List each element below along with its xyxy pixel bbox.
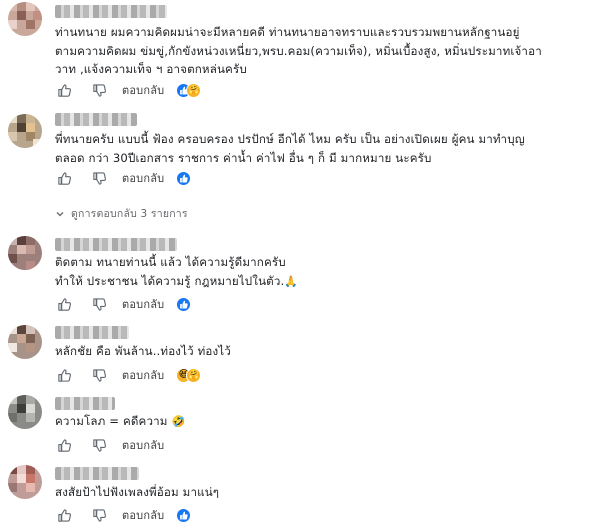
comment-text: ความโลภ = คดีความ 🤣 bbox=[55, 412, 575, 432]
avatar[interactable] bbox=[8, 395, 42, 429]
thumbs-down-icon[interactable] bbox=[90, 169, 108, 187]
chevron-down-icon bbox=[56, 211, 64, 216]
hug-reaction-icon: 🤗 bbox=[186, 82, 202, 98]
comment-text-body: ติดตาม ทนายท่านนี้ แล้ว ได้ความรู้ดีมากค… bbox=[55, 255, 286, 288]
commenter-name[interactable] bbox=[55, 326, 129, 339]
commenter-name[interactable] bbox=[55, 397, 115, 410]
like-reaction-icon bbox=[176, 507, 192, 523]
reactions[interactable]: 🤗 bbox=[176, 81, 202, 99]
commenter-name[interactable] bbox=[55, 467, 139, 480]
reply-button[interactable]: ตอบกลับ bbox=[122, 81, 164, 99]
commenter-name[interactable] bbox=[55, 238, 177, 251]
thumbs-down-icon[interactable] bbox=[90, 81, 108, 99]
thumbs-up-icon[interactable] bbox=[55, 81, 73, 99]
comment-actions: ตอบกลับ bbox=[55, 435, 176, 455]
comment-actions: ตอบกลับ 🤗 bbox=[55, 80, 202, 100]
comment-text-body: ความโลภ = คดีความ bbox=[55, 414, 168, 428]
like-reaction-icon bbox=[176, 170, 192, 186]
hug-reaction-icon: 🤗 bbox=[186, 367, 202, 383]
reactions[interactable]: 😆 🤗 bbox=[176, 366, 202, 384]
comment-actions: ตอบกลับ bbox=[55, 168, 192, 188]
thumbs-down-icon[interactable] bbox=[90, 366, 108, 384]
reactions[interactable] bbox=[176, 295, 192, 313]
avatar[interactable] bbox=[8, 325, 42, 359]
comment-text: หลักชัย คือ พันล้าน..ท่องไว้ ท่องไว้ bbox=[55, 344, 231, 358]
reactions[interactable] bbox=[176, 506, 192, 524]
view-replies-link[interactable]: ดูการตอบกลับ 3 รายการ bbox=[55, 205, 188, 222]
avatar[interactable] bbox=[8, 114, 42, 148]
thumbs-up-icon[interactable] bbox=[55, 506, 73, 524]
comment-text: สงสัยป้าไปฟังเพลงพี่อ้อม มาแน่ๆ bbox=[55, 485, 220, 499]
thumbs-up-icon[interactable] bbox=[55, 295, 73, 313]
comment-text: ท่านทนาย ผมความคิดผมน่าจะมีหลายคดี ท่านท… bbox=[55, 25, 542, 76]
comment-actions: ตอบกลับ 😆 🤗 bbox=[55, 365, 202, 385]
thumbs-down-icon[interactable] bbox=[90, 295, 108, 313]
comment-text: ติดตาม ทนายท่านนี้ แล้ว ได้ความรู้ดีมากค… bbox=[55, 253, 575, 291]
reactions[interactable] bbox=[176, 169, 192, 187]
avatar[interactable] bbox=[8, 465, 42, 499]
thumbs-down-icon[interactable] bbox=[90, 506, 108, 524]
folded-hands-emoji: 🙏 bbox=[284, 274, 299, 288]
reply-button[interactable]: ตอบกลับ bbox=[122, 436, 164, 454]
thumbs-down-icon[interactable] bbox=[90, 436, 108, 454]
reply-button[interactable]: ตอบกลับ bbox=[122, 366, 164, 384]
view-replies-label: ดูการตอบกลับ 3 รายการ bbox=[71, 208, 188, 220]
thumbs-up-icon[interactable] bbox=[55, 169, 73, 187]
commenter-name[interactable] bbox=[55, 113, 137, 126]
thumbs-up-icon[interactable] bbox=[55, 436, 73, 454]
comment-text: พี่ทนายครับ แบบนี้ ฟ้อง ครอบครอง ปรปักษ์… bbox=[55, 132, 525, 165]
reply-button[interactable]: ตอบกลับ bbox=[122, 295, 164, 313]
avatar[interactable] bbox=[8, 2, 42, 36]
comment-actions: ตอบกลับ bbox=[55, 294, 192, 314]
comment-actions: ตอบกลับ bbox=[55, 505, 192, 525]
avatar[interactable] bbox=[8, 236, 42, 270]
like-reaction-icon bbox=[176, 296, 192, 312]
reply-button[interactable]: ตอบกลับ bbox=[122, 506, 164, 524]
rofl-emoji: 🤣 bbox=[171, 415, 186, 428]
reply-button[interactable]: ตอบกลับ bbox=[122, 169, 164, 187]
thumbs-up-icon[interactable] bbox=[55, 366, 73, 384]
commenter-name[interactable] bbox=[55, 5, 167, 18]
